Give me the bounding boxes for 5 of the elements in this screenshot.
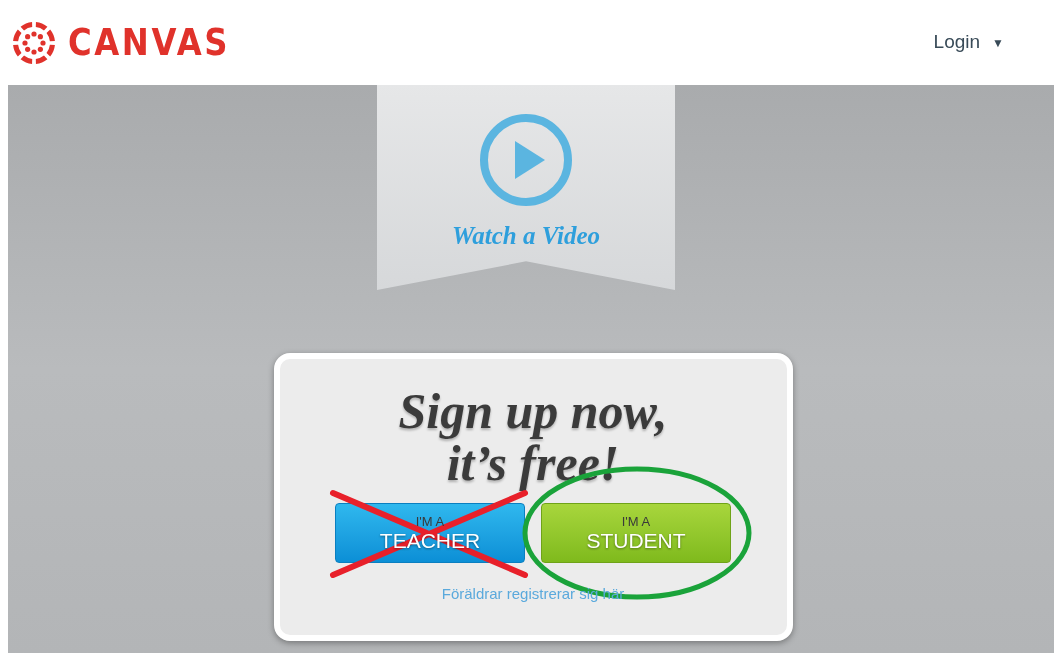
play-icon [479, 113, 573, 207]
role-button[interactable]: I'M A STUDENT [541, 503, 731, 563]
canvas-logo: CANVAS [68, 19, 231, 66]
signup-heading: Sign up now, it’s free! [398, 385, 668, 489]
login-menu[interactable]: Login ▼ [933, 28, 1004, 57]
